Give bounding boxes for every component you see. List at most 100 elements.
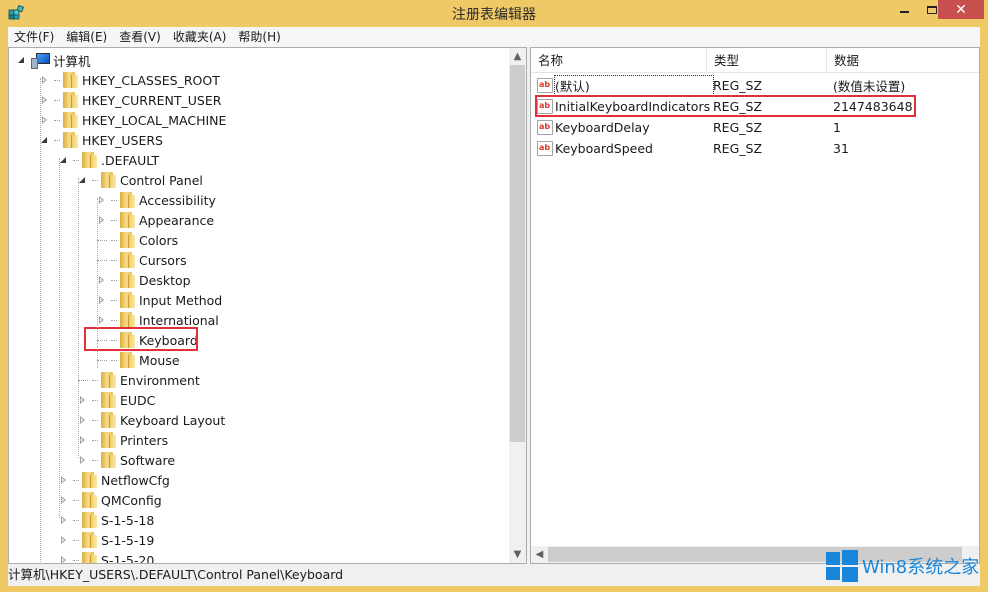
tree-node[interactable]: S-1-5-20	[59, 550, 155, 564]
expand-toggle[interactable]	[97, 275, 107, 285]
tree-node[interactable]: .DEFAULT	[59, 150, 159, 170]
expand-toggle[interactable]	[97, 295, 107, 305]
tree-node-label: S-1-5-18	[101, 512, 155, 528]
tree-connector	[73, 519, 79, 521]
tree-node[interactable]: S-1-5-18	[59, 510, 154, 530]
expand-toggle[interactable]	[59, 535, 69, 545]
key-tree-pane[interactable]: 计算机 HKEY_CLASSES_ROOT HKEY_CURRENT_USER HK…	[8, 47, 527, 564]
expand-toggle[interactable]	[59, 475, 69, 485]
tree-node[interactable]: HKEY_LOCAL_MACHINE	[40, 110, 226, 130]
tree-node[interactable]: QMConfig	[59, 490, 162, 510]
expand-toggle[interactable]	[59, 515, 69, 525]
menu-file[interactable]: 文件(F)	[8, 27, 60, 47]
tree-node[interactable]: S-1-5-19	[59, 530, 154, 550]
tree-node[interactable]: HKEY_CURRENT_USER	[40, 90, 221, 110]
title-bar: 注册表编辑器 ✕	[0, 0, 988, 27]
tree-node[interactable]: Colors	[97, 230, 178, 250]
expand-toggle[interactable]	[40, 115, 50, 125]
tree-node[interactable]: Control Panel	[78, 170, 203, 190]
tree-connector	[73, 559, 79, 561]
tree-node-label: 计算机	[53, 53, 91, 69]
tree-node-label: Desktop	[139, 272, 191, 288]
expand-toggle[interactable]	[40, 75, 50, 85]
expand-toggle[interactable]	[40, 95, 50, 105]
expand-toggle[interactable]	[78, 455, 88, 465]
tree-connector	[54, 139, 60, 141]
tree-node[interactable]: Accessibility	[97, 190, 216, 210]
value-row[interactable]: ab (默认) REG_SZ (数值未设置)	[531, 74, 979, 96]
scroll-up-icon[interactable]: ▲	[509, 48, 526, 65]
expand-toggle[interactable]	[97, 315, 107, 325]
folder-icon	[100, 451, 116, 469]
tree-node-label: Accessibility	[139, 192, 216, 208]
tree-node[interactable]: Keyboard Layout	[78, 410, 225, 430]
menu-view[interactable]: 查看(V)	[113, 27, 167, 47]
tree-connector	[78, 379, 88, 381]
tree-node[interactable]: Mouse	[97, 350, 180, 370]
tree-node[interactable]: HKEY_CLASSES_ROOT	[40, 70, 220, 90]
column-header-type[interactable]: 类型	[707, 48, 827, 73]
close-button[interactable]: ✕	[938, 0, 984, 19]
tree-node-label: HKEY_CURRENT_USER	[82, 92, 222, 108]
menu-help[interactable]: 帮助(H)	[232, 27, 286, 47]
tree-node[interactable]: Input Method	[97, 290, 222, 310]
tree-node[interactable]: Cursors	[97, 250, 187, 270]
folder-icon	[119, 211, 135, 229]
expand-toggle[interactable]	[78, 395, 88, 405]
tree-connector	[92, 399, 98, 401]
expand-toggle[interactable]	[78, 435, 88, 445]
values-list-pane[interactable]: 名称 类型 数据 ab (默认) REG_SZ (数值未设置) ab InitialKey…	[530, 47, 980, 564]
scroll-left-icon[interactable]: ◀	[531, 546, 548, 563]
tree-node[interactable]: Environment	[78, 370, 200, 390]
watermark-text: Win8系统之家	[862, 557, 980, 578]
tree-connector	[92, 419, 98, 421]
tree-node[interactable]: Desktop	[97, 270, 191, 290]
expand-toggle[interactable]	[40, 135, 50, 145]
tree-node[interactable]: Appearance	[97, 210, 214, 230]
string-value-icon: ab	[537, 140, 553, 156]
column-header-data[interactable]: 数据	[827, 48, 975, 73]
folder-icon	[119, 231, 135, 249]
tree-node[interactable]: Printers	[78, 430, 168, 450]
client-area: 计算机 HKEY_CLASSES_ROOT HKEY_CURRENT_USER HK…	[8, 47, 980, 564]
tree-node-label: Appearance	[139, 212, 215, 228]
tree-node[interactable]: NetflowCfg	[59, 470, 170, 490]
folder-icon	[100, 411, 116, 429]
tree-node-label: Cursors	[139, 252, 187, 268]
tree-node[interactable]: EUDC	[78, 390, 155, 410]
expand-toggle[interactable]	[78, 415, 88, 425]
expand-toggle[interactable]	[17, 55, 27, 65]
menu-bar: 文件(F) 编辑(E) 查看(V) 收藏夹(A) 帮助(H)	[8, 27, 980, 47]
selected-key-highlight-box	[84, 327, 198, 351]
scroll-down-icon[interactable]: ▼	[509, 546, 526, 563]
expand-toggle[interactable]	[59, 495, 69, 505]
expand-toggle[interactable]	[59, 555, 69, 563]
value-row[interactable]: ab KeyboardSpeed REG_SZ 31	[531, 138, 979, 158]
scrollbar-thumb[interactable]	[510, 65, 525, 442]
menu-favorites[interactable]: 收藏夹(A)	[167, 27, 233, 47]
folder-icon	[119, 191, 135, 209]
tree-connector	[73, 159, 79, 161]
value-row[interactable]: ab KeyboardDelay REG_SZ 1	[531, 117, 979, 137]
tree-node-label: Colors	[139, 232, 179, 248]
tree-guide-line	[78, 178, 79, 458]
tree-node-computer[interactable]: 计算机	[17, 50, 91, 70]
tree-connector	[111, 239, 117, 241]
expand-toggle[interactable]	[97, 195, 107, 205]
expand-toggle[interactable]	[97, 215, 107, 225]
tree-node-label: S-1-5-20	[101, 552, 155, 564]
tree-node[interactable]: HKEY_USERS	[40, 130, 163, 150]
menu-edit[interactable]: 编辑(E)	[60, 27, 113, 47]
tree-connector	[92, 439, 98, 441]
value-highlight-box	[535, 95, 916, 117]
windows-logo-icon	[826, 550, 858, 582]
column-header-name[interactable]: 名称	[531, 48, 707, 73]
tree-node[interactable]: Software	[78, 450, 175, 470]
expand-toggle[interactable]	[59, 155, 69, 165]
expand-toggle[interactable]	[78, 175, 88, 185]
minimize-button[interactable]	[892, 0, 916, 19]
tree-connector	[54, 79, 60, 81]
value-data: (数值未设置)	[833, 78, 906, 94]
tree-vertical-scrollbar[interactable]: ▲ ▼	[509, 48, 526, 563]
tree-connector	[97, 239, 107, 241]
